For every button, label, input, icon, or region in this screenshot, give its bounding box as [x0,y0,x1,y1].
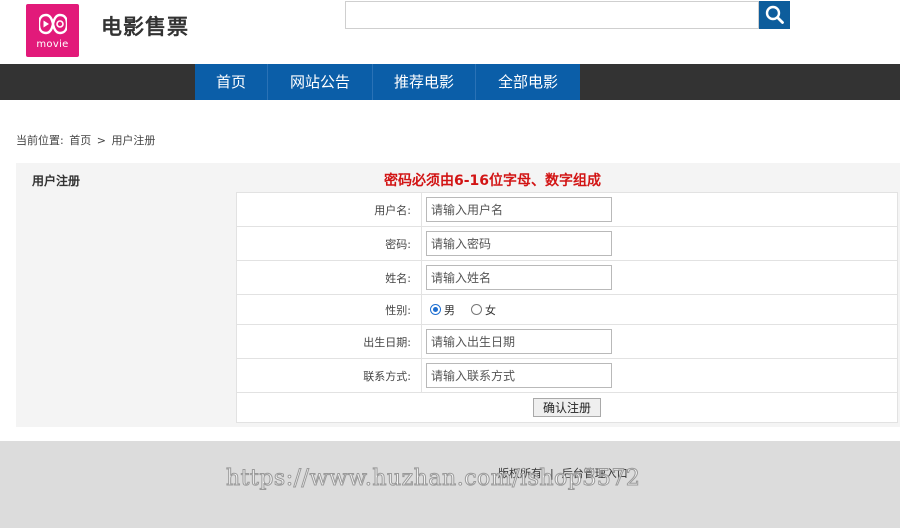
panel-title: 用户注册 [32,174,81,188]
nav-menu: 首页 网站公告 推荐电影 全部电影 [195,64,580,100]
password-rule-notice: 密码必须由6-16位字母、数字组成 [384,173,602,189]
logo-text: movie [36,39,69,50]
username-field[interactable] [426,197,612,222]
contact-field[interactable] [426,363,612,388]
password-label: 密码: [236,226,422,261]
gender-male-label[interactable]: 男 [444,302,455,318]
search-button[interactable] [759,1,790,29]
form-row-birthday: 出生日期: [236,324,898,359]
form-row-gender: 性别: 男 女 [236,294,898,325]
movie-logo-icon [39,13,67,35]
site-title: 电影售票 [101,15,189,39]
nav-item-announcements[interactable]: 网站公告 [268,64,373,100]
nav-item-all-movies[interactable]: 全部电影 [476,64,580,100]
username-label: 用户名: [236,192,422,227]
form-row-username: 用户名: [236,192,898,227]
breadcrumb-home-link[interactable]: 首页 [69,134,91,147]
breadcrumb: 当前位置: 首页 > 用户注册 [16,132,157,148]
contact-label: 联系方式: [236,358,422,393]
birthday-field[interactable] [426,329,612,354]
gender-male-radio[interactable] [430,304,441,315]
form-row-contact: 联系方式: [236,358,898,393]
search-icon [765,5,784,24]
name-field[interactable] [426,265,612,290]
site-header: movie 电影售票 [0,0,900,64]
nav-item-home[interactable]: 首页 [195,64,268,100]
gender-female-label[interactable]: 女 [485,302,496,318]
form-row-submit: 确认注册 [236,392,898,423]
name-label: 姓名: [236,260,422,295]
password-field[interactable] [426,231,612,256]
breadcrumb-separator: > [96,134,106,147]
site-footer: 版权所有 | 后台管理入口 [0,441,900,528]
breadcrumb-prefix: 当前位置: [16,134,64,147]
footer-links: 版权所有 | 后台管理入口 [498,465,628,481]
gender-label: 性别: [236,294,422,325]
form-row-password: 密码: [236,226,898,261]
search-input[interactable] [345,1,759,29]
footer-copyright: 版权所有 [498,467,542,480]
nav-item-recommended-movies[interactable]: 推荐电影 [373,64,476,100]
footer-admin-link[interactable]: 后台管理入口 [562,467,628,480]
birthday-label: 出生日期: [236,324,422,359]
site-logo[interactable]: movie [26,4,79,57]
main-navigation: 首页 网站公告 推荐电影 全部电影 [0,64,900,100]
gender-female-radio[interactable] [471,304,482,315]
breadcrumb-current: 用户注册 [111,134,156,147]
registration-form: 用户名: 密码: 姓名: 性别: 男 女 出生日期: 联系方式: 确认注册 [236,192,898,423]
gender-radio-group: 男 女 [426,302,897,318]
confirm-register-button[interactable]: 确认注册 [533,398,602,417]
form-row-name: 姓名: [236,260,898,295]
footer-separator: | [550,467,554,480]
